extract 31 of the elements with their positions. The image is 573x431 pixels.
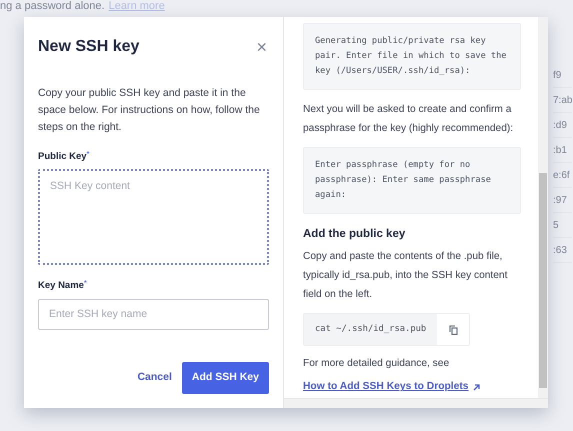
description-text: Copy your public SSH key and paste it in the space below. For instructions on how, follow the steps on the right. <box>38 86 261 135</box>
table-cell-text: :63 <box>553 244 567 258</box>
key-name-field[interactable]: Enter SSH key name <box>38 298 269 330</box>
horizontal-scrollbar[interactable] <box>284 398 548 408</box>
code-block: Generating public/private rsa key pair. Enter file in which to save the key (/Users/USER/.ssh/id_rsa): <box>303 23 521 90</box>
notice-text: ng a password alone. <box>0 0 105 14</box>
add-ssh-key-button[interactable]: Add SSH Key <box>182 362 269 394</box>
table-cell-text: 5 <box>553 218 559 232</box>
guide-link[interactable]: How to Add SSH Keys to Droplets <box>303 379 480 395</box>
section-heading: Add the public key <box>303 227 406 242</box>
external-link-icon <box>472 384 480 391</box>
table-cell-text: f9 <box>553 68 562 82</box>
field-label: Key Name <box>38 279 84 294</box>
scrollbar-thumb[interactable] <box>539 173 547 388</box>
close-button[interactable]: × <box>256 38 269 56</box>
public-key-field[interactable]: SSH Key content <box>38 169 269 266</box>
table-cell-text: 7:ab <box>553 94 572 108</box>
instruction-text: Copy and paste the contents of the .pub file, typically id_rsa.pub, into the SSH key content field on the left. <box>303 250 508 302</box>
table-cell-text: :d9 <box>553 118 567 132</box>
dialog-title: New SSH key <box>38 37 140 57</box>
table-cell-text: :b1 <box>553 144 567 158</box>
instruction-text: For more detailed guidance, see <box>303 357 450 372</box>
table-cell-text: e:6f <box>553 168 570 182</box>
copy-icon <box>448 324 458 335</box>
vertical-scrollbar[interactable] <box>538 17 548 398</box>
instruction-text: Next you will be asked to create and confirm a passphrase for the key (highly recommended): <box>303 103 514 136</box>
field-label: Public Key <box>38 150 87 164</box>
cancel-button[interactable]: Cancel <box>136 370 173 386</box>
code-block: Enter passphrase (empty for no passphrase): Enter same passphrase again: <box>303 147 521 214</box>
command-text: cat ~/.ssh/id_rsa.pub <box>304 314 438 346</box>
table-cell-text: :97 <box>553 194 567 208</box>
